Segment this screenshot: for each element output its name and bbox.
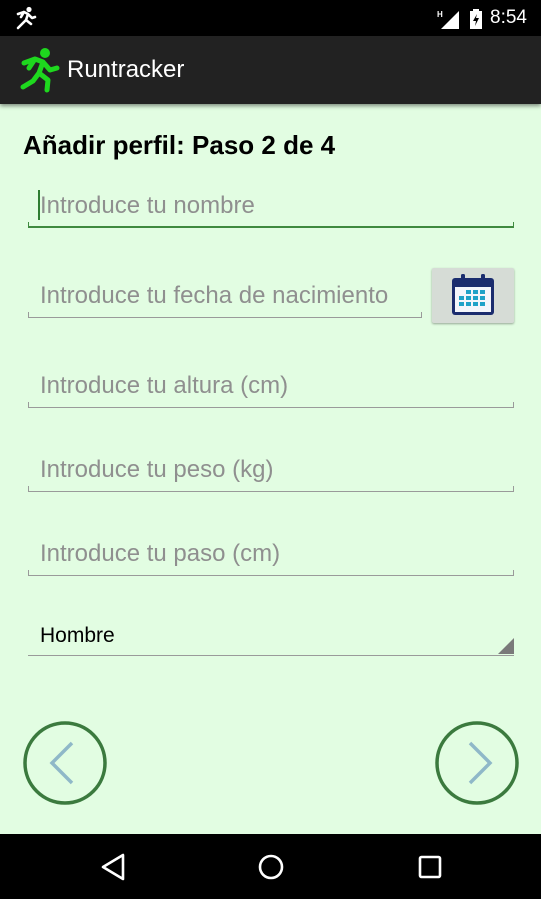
gender-spinner-underline bbox=[28, 655, 514, 656]
weight-field[interactable]: Introduce tu peso (kg) bbox=[28, 448, 514, 492]
home-circle-icon[interactable] bbox=[257, 853, 285, 881]
birthdate-field[interactable]: Introduce tu fecha de nacimiento bbox=[28, 274, 422, 318]
chevron-left-icon bbox=[49, 741, 74, 785]
name-field-underline bbox=[28, 222, 514, 228]
back-triangle-icon[interactable] bbox=[100, 853, 126, 881]
step-placeholder: Introduce tu paso (cm) bbox=[40, 540, 281, 567]
weight-field-underline bbox=[28, 486, 514, 492]
height-field-underline bbox=[28, 402, 514, 408]
step-field-underline bbox=[28, 570, 514, 576]
step-field[interactable]: Introduce tu paso (cm) bbox=[28, 532, 514, 576]
calendar-icon bbox=[452, 274, 494, 315]
birthdate-field-underline bbox=[28, 312, 422, 318]
height-field[interactable]: Introduce tu altura (cm) bbox=[28, 364, 514, 408]
gender-spinner[interactable]: Hombre bbox=[28, 616, 514, 656]
name-placeholder: Introduce tu nombre bbox=[40, 192, 255, 219]
recents-square-icon[interactable] bbox=[417, 853, 443, 881]
status-time: 8:54 bbox=[490, 7, 527, 28]
chevron-right-icon bbox=[468, 741, 493, 785]
system-navigation-bar bbox=[0, 834, 541, 899]
name-field[interactable]: Introduce tu nombre bbox=[28, 184, 514, 228]
gender-selected-value: Hombre bbox=[40, 624, 115, 647]
birthdate-placeholder: Introduce tu fecha de nacimiento bbox=[40, 282, 389, 309]
signal-icon: H bbox=[437, 10, 459, 29]
weight-placeholder: Introduce tu peso (kg) bbox=[40, 456, 274, 483]
battery-charging-icon bbox=[470, 9, 482, 29]
next-step-button[interactable] bbox=[435, 721, 519, 805]
running-man-icon bbox=[20, 48, 60, 93]
app-bar: Runtracker bbox=[0, 36, 541, 104]
svg-text:H: H bbox=[437, 10, 443, 19]
dropdown-triangle-icon bbox=[498, 638, 514, 654]
app-title: Runtracker bbox=[67, 56, 185, 83]
status-bar: H 8:54 bbox=[0, 0, 541, 36]
previous-step-button[interactable] bbox=[23, 721, 107, 805]
calendar-button[interactable] bbox=[432, 268, 514, 323]
height-placeholder: Introduce tu altura (cm) bbox=[40, 372, 289, 399]
page-title: Añadir perfil: Paso 2 de 4 bbox=[23, 130, 336, 160]
runner-notification-icon bbox=[16, 6, 37, 30]
